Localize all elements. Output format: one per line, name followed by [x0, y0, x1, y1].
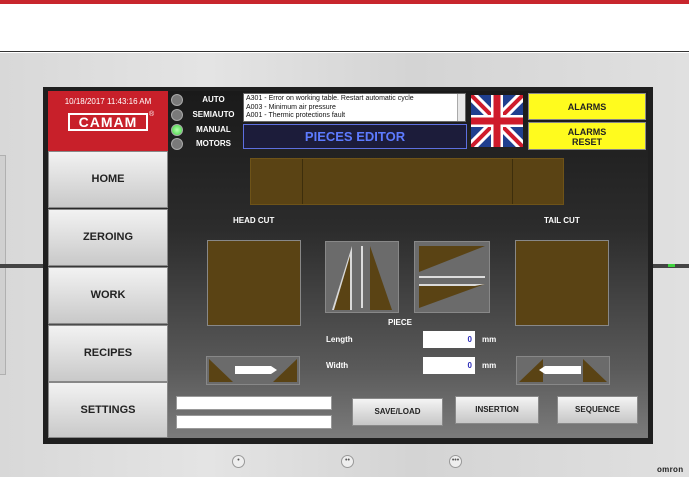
alarm-list[interactable]: A301 - Error on working table. Restart a…: [243, 93, 466, 122]
alarm-item: A001 - Thermic protections fault: [246, 112, 346, 119]
alarm-item: A301 - Error on working table. Restart a…: [246, 95, 414, 102]
head-cut-label: HEAD CUT: [233, 216, 275, 225]
horizontal-cut-icon[interactable]: [414, 241, 490, 313]
nav-home-button[interactable]: HOME: [48, 151, 168, 208]
profile-divider: [512, 159, 513, 204]
mode-label: AUTO: [202, 95, 225, 104]
indicator-light-icon: [171, 138, 183, 150]
power-led: [668, 264, 675, 267]
page-title: PIECES EDITOR: [243, 124, 467, 149]
sequence-button[interactable]: SEQUENCE: [557, 396, 638, 424]
profile-divider: [302, 159, 303, 204]
mode-semiauto[interactable]: SEMIAUTO: [168, 108, 243, 122]
datetime-display: 10/18/2017 11:43:16 AM: [64, 97, 152, 106]
piece-label: PIECE: [388, 318, 413, 327]
nav-zeroing-button[interactable]: ZEROING: [48, 209, 168, 266]
piece-profile-preview: [250, 158, 564, 205]
mode-motors[interactable]: MOTORS: [168, 137, 243, 151]
recipe-description-field[interactable]: [176, 415, 332, 429]
indicator-light-icon: [171, 94, 183, 106]
mode-label: SEMIAUTO: [192, 110, 235, 119]
length-input[interactable]: 0: [423, 331, 475, 348]
length-label: Length: [326, 335, 353, 344]
brand-registered-mark: ®: [149, 111, 155, 118]
nav-recipes-button[interactable]: RECIPES: [48, 325, 168, 382]
width-input[interactable]: 0: [423, 357, 475, 374]
alarm-list-scrollbar[interactable]: [457, 94, 465, 121]
button-label: ALARMS: [567, 127, 607, 137]
tail-cut-label: TAIL CUT: [544, 216, 580, 225]
length-unit: mm: [482, 335, 497, 344]
brand-panel: 10/18/2017 11:43:16 AM CAMAM ®: [48, 91, 168, 151]
device-key-1[interactable]: •: [232, 455, 245, 468]
indicator-light-active-icon: [171, 124, 183, 136]
mode-label: MOTORS: [196, 139, 231, 148]
head-cut-selector-icon[interactable]: [206, 356, 300, 385]
mode-indicators: AUTO SEMIAUTO MANUAL MOTORS: [168, 91, 243, 151]
bezel-line-left: [0, 264, 45, 268]
tail-cut-preview[interactable]: [515, 240, 609, 326]
uk-flag-icon[interactable]: [471, 95, 523, 147]
width-unit: mm: [482, 361, 497, 370]
vertical-cut-icon[interactable]: [325, 241, 399, 313]
recipe-name-field[interactable]: [176, 396, 332, 410]
nav-settings-button[interactable]: SETTINGS: [48, 382, 168, 438]
device-key-3[interactable]: •••: [449, 455, 462, 468]
button-label: RESET: [571, 137, 602, 147]
alarm-item: A003 - Minimum air pressure: [246, 103, 336, 111]
mode-manual[interactable]: MANUAL: [168, 123, 243, 137]
indicator-light-icon: [171, 109, 183, 121]
alarms-button[interactable]: ALARMS: [528, 93, 646, 120]
head-cut-preview[interactable]: [207, 240, 301, 326]
hmi-screen: 10/18/2017 11:43:16 AM CAMAM ® AUTO SEMI…: [48, 91, 648, 438]
save-load-button[interactable]: SAVE/LOAD: [352, 398, 443, 426]
mode-label: MANUAL: [196, 125, 231, 134]
camam-logo: CAMAM: [68, 113, 148, 131]
tail-cut-selector-icon[interactable]: [516, 356, 610, 385]
width-label: Width: [326, 361, 349, 370]
device-key-2[interactable]: ••: [341, 455, 354, 468]
insertion-button[interactable]: INSERTION: [455, 396, 539, 424]
nav-work-button[interactable]: WORK: [48, 267, 168, 324]
top-bar: [0, 4, 689, 52]
omron-logo: omron: [657, 465, 684, 474]
mode-auto[interactable]: AUTO: [168, 93, 243, 107]
brand-name: CAMAM: [78, 114, 138, 130]
alarms-reset-button[interactable]: ALARMS RESET: [528, 122, 646, 150]
